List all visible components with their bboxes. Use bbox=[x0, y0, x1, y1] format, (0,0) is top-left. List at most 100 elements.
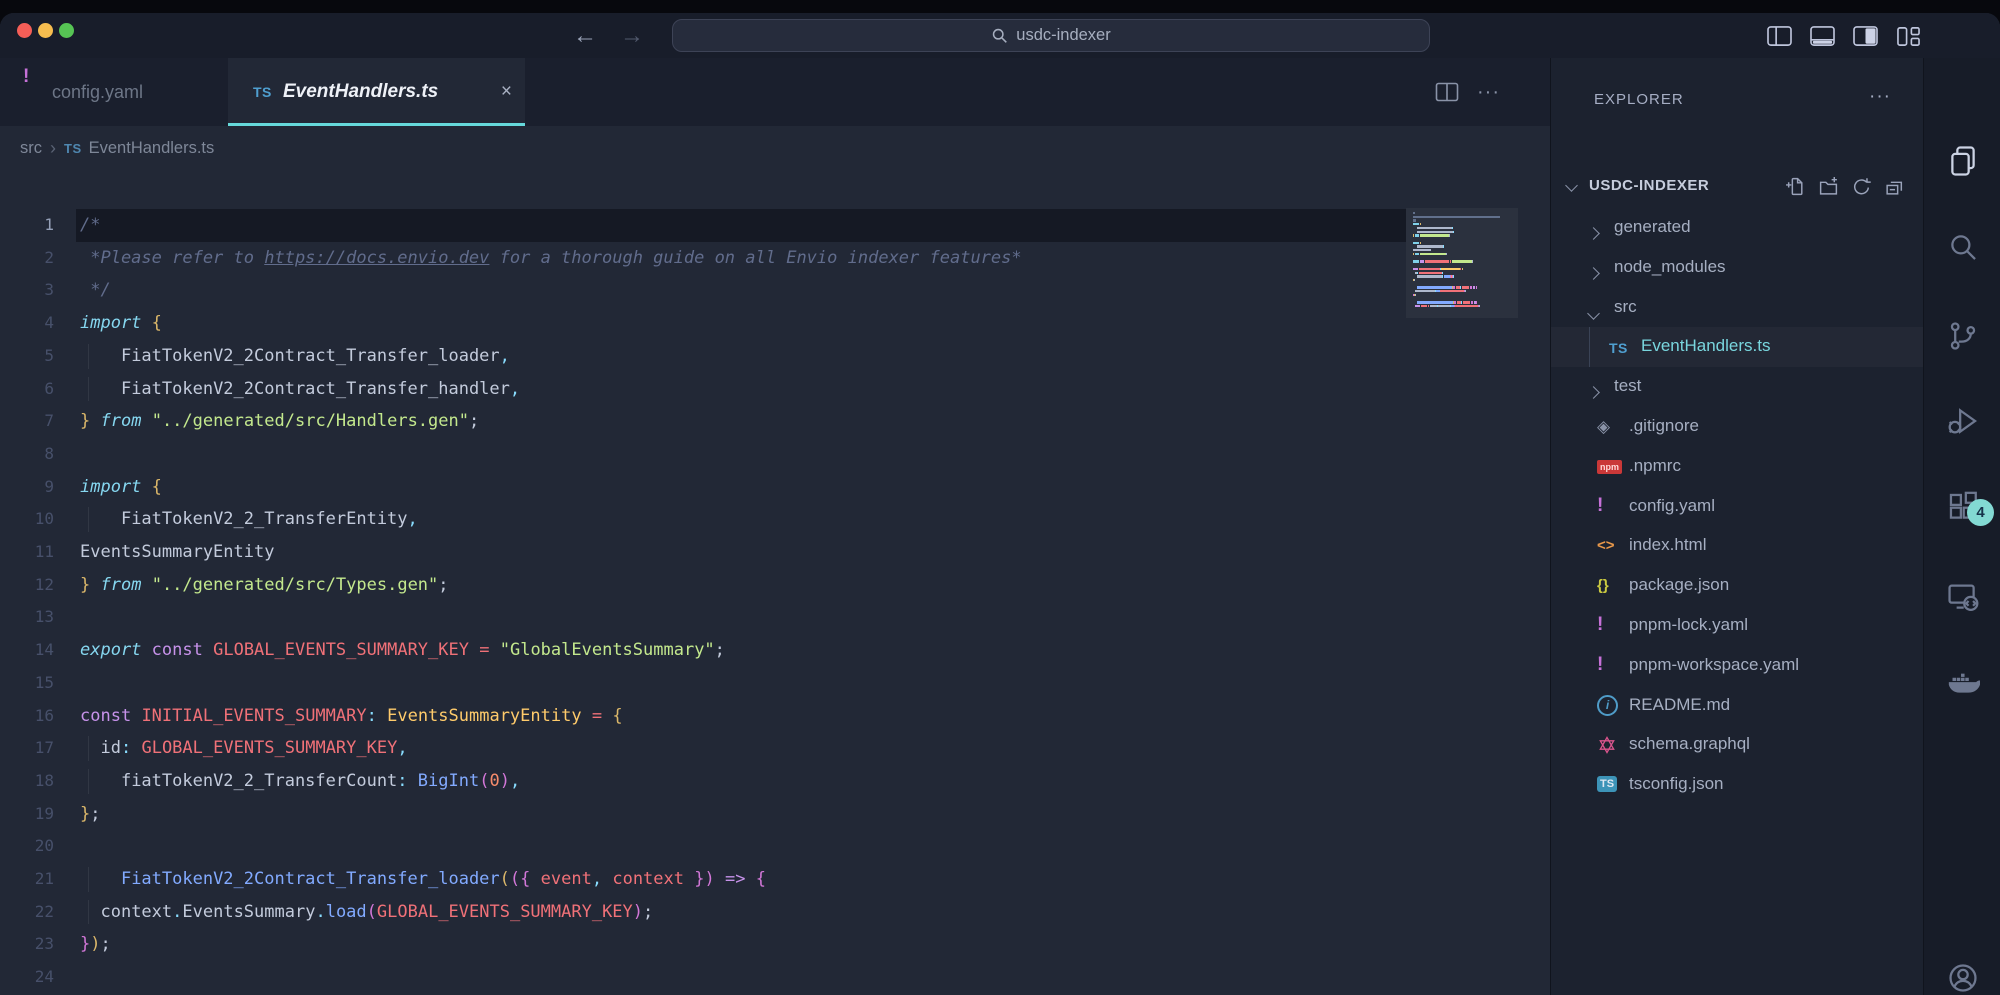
tree-item-pnpm-workspace-yaml[interactable]: !pnpm-workspace.yaml bbox=[1551, 646, 1923, 686]
explorer-title: EXPLORER bbox=[1594, 91, 1684, 108]
toggle-primary-sidebar-icon[interactable] bbox=[1766, 25, 1793, 48]
code-editor[interactable]: 1234567891011121314151617181920212223242… bbox=[0, 171, 1550, 995]
tree-item-package-json[interactable]: {}package.json bbox=[1551, 566, 1923, 606]
toggle-secondary-sidebar-icon[interactable] bbox=[1852, 25, 1879, 48]
indent-guide bbox=[88, 344, 89, 369]
typescript-file-icon: TS bbox=[1609, 340, 1628, 356]
code-line[interactable]: } from "../generated/src/Handlers.gen"; bbox=[0, 405, 1400, 438]
code-line[interactable]: export const GLOBAL_EVENTS_SUMMARY_KEY =… bbox=[0, 634, 1400, 667]
explorer-icon[interactable] bbox=[1946, 144, 1980, 178]
new-file-icon[interactable] bbox=[1785, 176, 1806, 197]
indent-guide bbox=[88, 900, 89, 925]
tree-item-pnpm-lock-yaml[interactable]: !pnpm-lock.yaml bbox=[1551, 606, 1923, 646]
code-line[interactable]: FiatTokenV2_2Contract_Transfer_handler, bbox=[0, 373, 1400, 406]
explorer-sidebar: EXPLORER ··· USDC-INDEXER generatednode_… bbox=[1550, 58, 1923, 995]
indent-guide bbox=[88, 769, 89, 794]
collapse-all-icon[interactable] bbox=[1884, 176, 1905, 197]
code-line[interactable]: FiatTokenV2_2Contract_Transfer_loader(({… bbox=[0, 863, 1400, 896]
code-line[interactable]: FiatTokenV2_2_TransferEntity, bbox=[0, 503, 1400, 536]
command-center-search[interactable]: usdc-indexer bbox=[672, 19, 1430, 52]
tree-indent-guide bbox=[1589, 327, 1590, 367]
json-file-icon: {} bbox=[1597, 577, 1609, 594]
code-line[interactable]: EventsSummaryEntity bbox=[0, 536, 1400, 569]
tree-item-index-html[interactable]: <>index.html bbox=[1551, 526, 1923, 566]
split-editor-icon[interactable] bbox=[1435, 82, 1459, 102]
breadcrumb-file[interactable]: EventHandlers.ts bbox=[89, 139, 215, 158]
chevron-right-icon bbox=[1587, 227, 1600, 240]
code-line[interactable]: import { bbox=[0, 307, 1400, 340]
code-line[interactable]: } from "../generated/src/Types.gen"; bbox=[0, 569, 1400, 602]
vscode-window: ← → usdc-indexer ! config.yaml TS EventH… bbox=[0, 13, 2000, 995]
tab-eventhandlers-ts[interactable]: TS EventHandlers.ts × bbox=[228, 58, 525, 126]
code-line[interactable]: }; bbox=[0, 798, 1400, 831]
breadcrumb-separator-icon: › bbox=[50, 138, 56, 159]
code-line[interactable]: FiatTokenV2_2Contract_Transfer_loader, bbox=[0, 340, 1400, 373]
editor-more-actions-icon[interactable]: ··· bbox=[1477, 81, 1500, 104]
new-folder-icon[interactable] bbox=[1818, 176, 1839, 197]
tree-item-node-modules[interactable]: node_modules bbox=[1551, 248, 1923, 288]
yaml-file-icon: ! bbox=[1597, 495, 1603, 517]
close-tab-icon[interactable]: × bbox=[501, 81, 512, 103]
run-debug-icon[interactable] bbox=[1946, 404, 1980, 438]
tree-item-src[interactable]: src bbox=[1551, 288, 1923, 328]
customize-layout-icon[interactable] bbox=[1895, 25, 1922, 48]
screen: ← → usdc-indexer ! config.yaml TS EventH… bbox=[0, 0, 2000, 995]
code-line[interactable]: /* bbox=[0, 209, 1400, 242]
tree-item-readme-md[interactable]: iREADME.md bbox=[1551, 686, 1923, 726]
refresh-icon[interactable] bbox=[1851, 176, 1872, 197]
tab-bar: ! config.yaml TS EventHandlers.ts × ··· bbox=[0, 58, 1550, 126]
typescript-file-icon: TS bbox=[64, 141, 82, 156]
line-number: 20 bbox=[0, 830, 54, 863]
tree-item--gitignore[interactable]: ◈.gitignore bbox=[1551, 407, 1923, 447]
yaml-file-icon: ! bbox=[1597, 614, 1603, 636]
back-button[interactable]: ← bbox=[570, 16, 600, 56]
tree-item-generated[interactable]: generated bbox=[1551, 208, 1923, 248]
minimize-window-button[interactable] bbox=[38, 23, 53, 38]
search-icon[interactable] bbox=[1946, 230, 1980, 264]
project-name: USDC-INDEXER bbox=[1589, 177, 1709, 194]
line-number: 24 bbox=[0, 961, 54, 994]
readme-info-icon: i bbox=[1597, 695, 1618, 716]
code-line[interactable]: import { bbox=[0, 471, 1400, 504]
code-line[interactable]: fiatTokenV2_2_TransferCount: BigInt(0), bbox=[0, 765, 1400, 798]
search-value: usdc-indexer bbox=[1016, 26, 1110, 45]
tree-item-eventhandlers-ts[interactable]: TSEventHandlers.ts bbox=[1551, 327, 1923, 367]
minimap[interactable] bbox=[1406, 208, 1518, 318]
toggle-panel-icon[interactable] bbox=[1809, 25, 1836, 48]
chevron-right-icon bbox=[1587, 386, 1600, 399]
git-file-icon: ◈ bbox=[1597, 417, 1610, 437]
maximize-window-button[interactable] bbox=[59, 23, 74, 38]
explorer-more-actions-icon[interactable]: ··· bbox=[1869, 86, 1891, 108]
code-line[interactable]: id: GLOBAL_EVENTS_SUMMARY_KEY, bbox=[0, 732, 1400, 765]
titlebar: ← → usdc-indexer bbox=[0, 13, 2000, 58]
breadcrumb-folder[interactable]: src bbox=[20, 139, 42, 158]
source-control-icon[interactable] bbox=[1946, 319, 1980, 353]
line-number: 15 bbox=[0, 667, 54, 700]
indent-guide bbox=[88, 736, 89, 761]
code-line[interactable]: const INITIAL_EVENTS_SUMMARY: EventsSumm… bbox=[0, 700, 1400, 733]
search-icon bbox=[991, 27, 1008, 44]
tree-item-config-yaml[interactable]: !config.yaml bbox=[1551, 487, 1923, 527]
graphql-file-icon bbox=[1597, 735, 1617, 760]
breadcrumb: src › TS EventHandlers.ts bbox=[0, 126, 1550, 171]
extensions-badge: 4 bbox=[1967, 499, 1994, 526]
docker-icon[interactable] bbox=[1946, 666, 1980, 700]
account-icon[interactable] bbox=[1946, 961, 1980, 995]
close-window-button[interactable] bbox=[17, 23, 32, 38]
tab-config-yaml[interactable]: ! config.yaml bbox=[0, 58, 228, 126]
tree-item-schema-graphql[interactable]: schema.graphql bbox=[1551, 725, 1923, 765]
editor-group: ! config.yaml TS EventHandlers.ts × ··· … bbox=[0, 58, 1550, 995]
line-number: 8 bbox=[0, 438, 54, 471]
npm-file-icon: npm bbox=[1597, 460, 1622, 474]
tree-item-test[interactable]: test bbox=[1551, 367, 1923, 407]
tree-item--npmrc[interactable]: npm.npmrc bbox=[1551, 447, 1923, 487]
tab-label: EventHandlers.ts bbox=[283, 81, 438, 103]
remote-explorer-icon[interactable] bbox=[1946, 580, 1980, 614]
code-line[interactable]: }); bbox=[0, 928, 1400, 961]
code-line[interactable]: context.EventsSummary.load(GLOBAL_EVENTS… bbox=[0, 896, 1400, 929]
code-line[interactable]: *Please refer to https://docs.envio.dev … bbox=[0, 242, 1400, 275]
tree-item-tsconfig-json[interactable]: TStsconfig.json bbox=[1551, 765, 1923, 805]
project-root-row[interactable]: USDC-INDEXER bbox=[1551, 168, 1923, 208]
forward-button[interactable]: → bbox=[617, 16, 647, 56]
code-line[interactable]: */ bbox=[0, 274, 1400, 307]
